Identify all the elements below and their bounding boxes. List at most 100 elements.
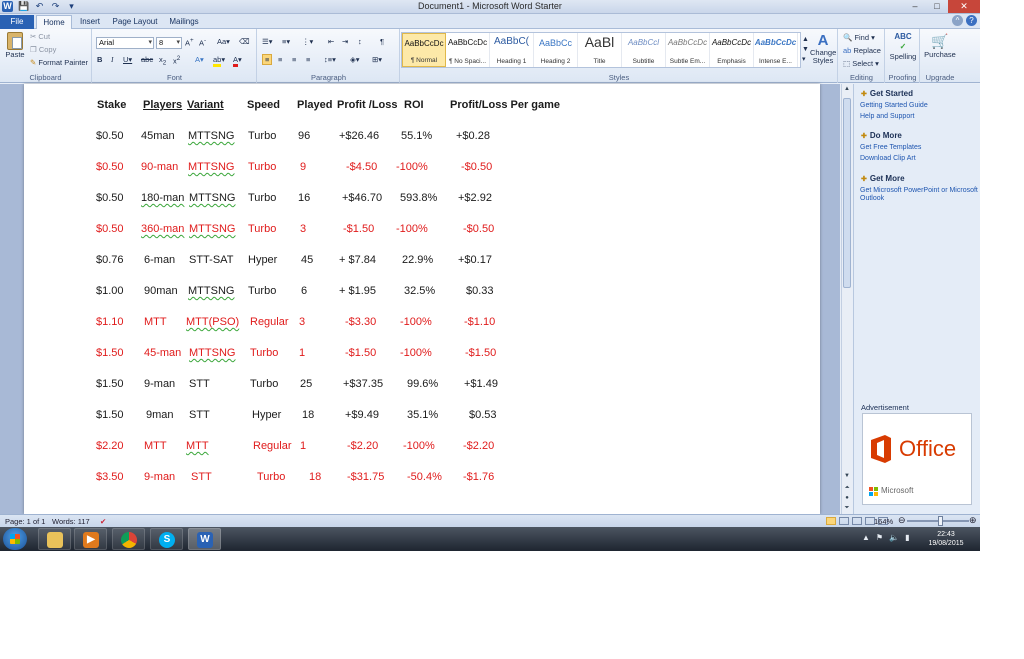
borders-icon[interactable]: ⊞▾ <box>372 55 382 64</box>
grow-font-icon[interactable]: A+ <box>185 37 194 48</box>
microsoft-logo-icon <box>869 487 878 496</box>
replace-button[interactable]: ab Replace <box>843 46 881 55</box>
sort-icon[interactable]: ↕ <box>358 37 362 46</box>
align-left-icon[interactable]: ≡ <box>262 54 273 65</box>
show-formatting-icon[interactable]: ¶ <box>380 37 384 46</box>
help-support-link[interactable]: Help and Support <box>860 113 978 121</box>
find-button[interactable]: 🔍 Find ▾ <box>843 33 875 42</box>
purchase-button[interactable]: 🛒 Purchase <box>924 32 956 59</box>
vertical-scrollbar[interactable]: ▲ ▼ ⏶ ● ⏷ <box>841 84 852 514</box>
show-hidden-icons-icon[interactable]: ▲ <box>862 533 870 542</box>
clip-art-link[interactable]: Download Clip Art <box>860 155 978 163</box>
bold-icon[interactable]: B <box>97 55 102 64</box>
network-icon[interactable]: ▮ <box>905 533 909 542</box>
superscript-icon[interactable]: x2 <box>173 55 180 66</box>
powerpoint-outlook-link[interactable]: Get Microsoft PowerPoint or Microsoft Ou… <box>860 187 978 203</box>
bullets-icon[interactable]: ☰▾ <box>262 37 273 46</box>
increase-indent-icon[interactable]: ⇥ <box>342 37 348 46</box>
style-title[interactable]: AaBl Title <box>578 33 622 67</box>
clear-formatting-icon[interactable]: ⌫ <box>239 37 250 46</box>
multilevel-list-icon[interactable]: ⋮▾ <box>302 37 313 46</box>
font-family-dropdown[interactable]: Arial <box>96 37 154 49</box>
zoom-out-icon[interactable]: ⊖ <box>898 515 906 526</box>
copy-button[interactable]: ❐ Copy <box>30 45 56 54</box>
justify-icon[interactable]: ≡ <box>306 55 310 64</box>
cell-speed: Turbo <box>250 347 279 359</box>
style-subtle-emphasis[interactable]: AaBbCcDc Subtle Em... <box>666 33 710 67</box>
subscript-icon[interactable]: x2 <box>159 55 166 67</box>
italic-icon[interactable]: I <box>111 55 114 64</box>
word-count[interactable]: Words: 117 <box>52 517 90 526</box>
zoom-level[interactable]: 164% <box>874 517 893 526</box>
tab-mailings[interactable]: Mailings <box>166 15 202 29</box>
minimize-ribbon-icon[interactable]: ^ <box>952 15 963 26</box>
change-case-icon[interactable]: Aa▾ <box>217 37 230 46</box>
numbering-icon[interactable]: ≡▾ <box>282 37 290 46</box>
zoom-slider-handle[interactable] <box>938 516 943 526</box>
web-layout-view-icon[interactable] <box>852 517 862 525</box>
office-advertisement[interactable]: Office Microsoft <box>862 413 972 505</box>
document-page[interactable]: Stake Players Variant Speed Played Profit /Lo… <box>24 84 820 514</box>
text-effects-icon[interactable]: A▾ <box>195 55 204 64</box>
cell-played: 16 <box>298 192 311 204</box>
paste-button[interactable]: Paste <box>4 32 26 59</box>
start-button[interactable] <box>3 528 27 550</box>
line-spacing-icon[interactable]: ↕≡▾ <box>324 55 336 64</box>
scroll-up-icon[interactable]: ▲ <box>843 85 851 94</box>
close-button[interactable]: ✕ <box>948 0 980 13</box>
taskbar-skype[interactable]: S <box>150 528 183 550</box>
maximize-button[interactable]: □ <box>926 0 948 13</box>
cell-speed: Turbo <box>248 223 277 235</box>
minimize-button[interactable]: – <box>904 0 926 13</box>
scroll-down-icon[interactable]: ▼ <box>843 472 851 481</box>
style-normal[interactable]: AaBbCcDc ¶ Normal <box>402 33 446 67</box>
taskbar-chrome[interactable] <box>112 528 145 550</box>
proofing-status-icon[interactable]: ✔ <box>100 517 106 526</box>
tab-insert[interactable]: Insert <box>74 15 106 29</box>
font-color-icon[interactable]: A▾ <box>233 55 242 67</box>
cut-button[interactable]: ✂ Cut <box>30 32 50 41</box>
tab-file[interactable]: File <box>0 15 34 29</box>
strikethrough-icon[interactable]: abc <box>141 55 153 64</box>
next-page-icon[interactable]: ⏷ <box>843 504 851 513</box>
getting-started-guide-link[interactable]: Getting Started Guide <box>860 102 978 110</box>
tab-home[interactable]: Home <box>36 15 72 29</box>
full-screen-view-icon[interactable] <box>839 517 849 525</box>
style-intense-emphasis[interactable]: AaBbCcDc Intense E... <box>754 33 798 67</box>
style-heading-1[interactable]: AaBbC( Heading 1 <box>490 33 534 67</box>
style-subtitle[interactable]: AaBbCcl Subtitle <box>622 33 666 67</box>
highlight-icon[interactable]: ab▾ <box>213 55 225 67</box>
editing-label: Editing <box>850 73 873 82</box>
spelling-button[interactable]: ABC ✓ Spelling <box>888 32 918 61</box>
free-templates-link[interactable]: Get Free Templates <box>860 144 978 152</box>
volume-icon[interactable]: 🔈 <box>889 533 899 542</box>
print-layout-view-icon[interactable] <box>826 517 836 525</box>
shading-icon[interactable]: ◈▾ <box>350 55 360 64</box>
font-size-dropdown[interactable]: 8 <box>156 37 182 49</box>
shrink-font-icon[interactable]: A- <box>199 37 206 48</box>
taskbar-clock[interactable]: 22:43 19/08/2015 <box>924 530 968 548</box>
change-styles-button[interactable]: A Change Styles <box>810 32 836 65</box>
underline-icon[interactable]: U▾ <box>123 55 132 64</box>
style-heading-2[interactable]: AaBbCc Heading 2 <box>534 33 578 67</box>
browse-object-icon[interactable]: ● <box>843 494 851 503</box>
select-button[interactable]: ⬚ Select ▾ <box>843 59 879 68</box>
tab-page-layout[interactable]: Page Layout <box>110 15 160 29</box>
action-center-icon[interactable]: ⚑ <box>876 533 883 542</box>
align-right-icon[interactable]: ≡ <box>292 55 296 64</box>
styles-scroll-arrows[interactable]: ▲ ▼ ▾ <box>802 35 810 65</box>
taskbar-media-player[interactable]: ▶ <box>74 528 107 550</box>
decrease-indent-icon[interactable]: ⇤ <box>328 37 334 46</box>
style-emphasis[interactable]: AaBbCcDc Emphasis <box>710 33 754 67</box>
style-no-spacing[interactable]: AaBbCcDc ¶ No Spaci... <box>446 33 490 67</box>
format-painter-button[interactable]: ✎ Format Painter <box>30 58 88 67</box>
previous-page-icon[interactable]: ⏶ <box>843 484 851 493</box>
taskbar-explorer[interactable] <box>38 528 71 550</box>
scroll-thumb[interactable] <box>843 98 851 288</box>
zoom-in-icon[interactable]: ⊕ <box>969 515 977 526</box>
align-center-icon[interactable]: ≡ <box>278 55 282 64</box>
help-icon[interactable]: ? <box>966 15 977 26</box>
page-count[interactable]: Page: 1 of 1 <box>5 517 45 526</box>
taskbar-word[interactable]: W <box>188 528 221 550</box>
header-played: Played <box>297 99 333 111</box>
